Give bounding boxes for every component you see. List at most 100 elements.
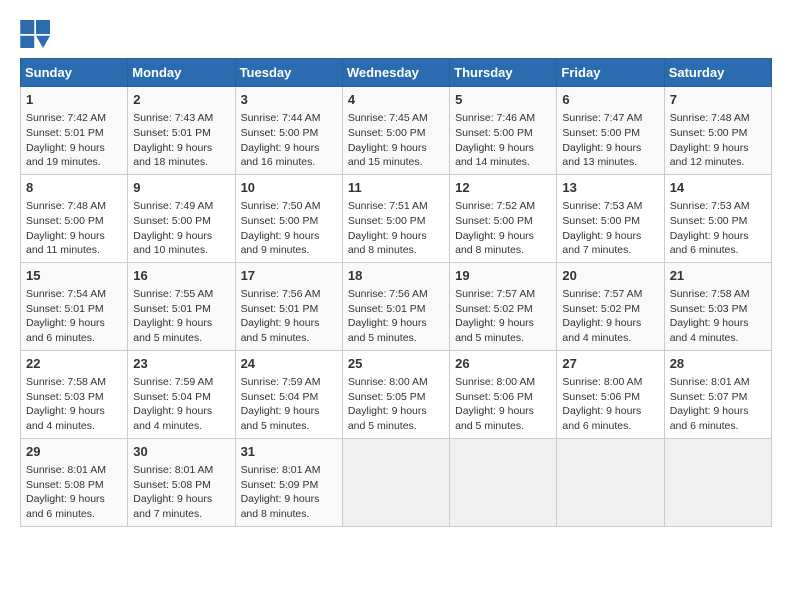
day-of-week-header: Sunday <box>21 59 128 87</box>
sunset-label: Sunset: 5:05 PM <box>348 391 426 403</box>
calendar-day-cell: 8 Sunrise: 7:48 AM Sunset: 5:00 PM Dayli… <box>21 174 128 262</box>
sunset-label: Sunset: 5:00 PM <box>455 127 533 139</box>
sunset-label: Sunset: 5:02 PM <box>455 303 533 315</box>
daylight-label: Daylight: 9 hours and 13 minutes. <box>562 142 641 169</box>
day-number: 23 <box>133 355 229 373</box>
calendar-day-cell: 19 Sunrise: 7:57 AM Sunset: 5:02 PM Dayl… <box>450 262 557 350</box>
sunset-label: Sunset: 5:01 PM <box>26 303 104 315</box>
daylight-label: Daylight: 9 hours and 5 minutes. <box>348 317 427 344</box>
sunrise-label: Sunrise: 8:00 AM <box>455 376 535 388</box>
calendar-day-cell: 6 Sunrise: 7:47 AM Sunset: 5:00 PM Dayli… <box>557 87 664 175</box>
calendar-day-cell <box>342 438 449 526</box>
daylight-label: Daylight: 9 hours and 4 minutes. <box>26 405 105 432</box>
calendar-header-row: SundayMondayTuesdayWednesdayThursdayFrid… <box>21 59 772 87</box>
calendar-day-cell: 30 Sunrise: 8:01 AM Sunset: 5:08 PM Dayl… <box>128 438 235 526</box>
sunset-label: Sunset: 5:00 PM <box>241 215 319 227</box>
sunrise-label: Sunrise: 7:57 AM <box>562 288 642 300</box>
calendar-day-cell: 11 Sunrise: 7:51 AM Sunset: 5:00 PM Dayl… <box>342 174 449 262</box>
daylight-label: Daylight: 9 hours and 19 minutes. <box>26 142 105 169</box>
daylight-label: Daylight: 9 hours and 5 minutes. <box>455 405 534 432</box>
day-number: 13 <box>562 179 658 197</box>
sunrise-label: Sunrise: 7:56 AM <box>241 288 321 300</box>
sunrise-label: Sunrise: 7:52 AM <box>455 200 535 212</box>
sunrise-label: Sunrise: 7:47 AM <box>562 112 642 124</box>
daylight-label: Daylight: 9 hours and 8 minutes. <box>241 493 320 520</box>
calendar-day-cell: 28 Sunrise: 8:01 AM Sunset: 5:07 PM Dayl… <box>664 350 771 438</box>
calendar-day-cell: 21 Sunrise: 7:58 AM Sunset: 5:03 PM Dayl… <box>664 262 771 350</box>
day-number: 9 <box>133 179 229 197</box>
day-number: 10 <box>241 179 337 197</box>
day-number: 20 <box>562 267 658 285</box>
day-number: 29 <box>26 443 122 461</box>
sunrise-label: Sunrise: 8:00 AM <box>348 376 428 388</box>
daylight-label: Daylight: 9 hours and 8 minutes. <box>348 230 427 257</box>
day-number: 16 <box>133 267 229 285</box>
day-of-week-header: Friday <box>557 59 664 87</box>
daylight-label: Daylight: 9 hours and 7 minutes. <box>562 230 641 257</box>
daylight-label: Daylight: 9 hours and 12 minutes. <box>670 142 749 169</box>
daylight-label: Daylight: 9 hours and 6 minutes. <box>670 230 749 257</box>
day-number: 26 <box>455 355 551 373</box>
daylight-label: Daylight: 9 hours and 15 minutes. <box>348 142 427 169</box>
day-number: 8 <box>26 179 122 197</box>
calendar-day-cell: 2 Sunrise: 7:43 AM Sunset: 5:01 PM Dayli… <box>128 87 235 175</box>
sunrise-label: Sunrise: 7:58 AM <box>670 288 750 300</box>
sunset-label: Sunset: 5:00 PM <box>455 215 533 227</box>
sunrise-label: Sunrise: 7:57 AM <box>455 288 535 300</box>
sunset-label: Sunset: 5:04 PM <box>133 391 211 403</box>
day-number: 11 <box>348 179 444 197</box>
sunrise-label: Sunrise: 7:56 AM <box>348 288 428 300</box>
sunrise-label: Sunrise: 8:00 AM <box>562 376 642 388</box>
calendar-day-cell: 7 Sunrise: 7:48 AM Sunset: 5:00 PM Dayli… <box>664 87 771 175</box>
sunrise-label: Sunrise: 7:42 AM <box>26 112 106 124</box>
day-of-week-header: Monday <box>128 59 235 87</box>
calendar-day-cell: 10 Sunrise: 7:50 AM Sunset: 5:00 PM Dayl… <box>235 174 342 262</box>
daylight-label: Daylight: 9 hours and 5 minutes. <box>348 405 427 432</box>
sunrise-label: Sunrise: 8:01 AM <box>133 464 213 476</box>
sunset-label: Sunset: 5:06 PM <box>562 391 640 403</box>
day-number: 28 <box>670 355 766 373</box>
day-number: 12 <box>455 179 551 197</box>
calendar-day-cell: 15 Sunrise: 7:54 AM Sunset: 5:01 PM Dayl… <box>21 262 128 350</box>
calendar-day-cell: 25 Sunrise: 8:00 AM Sunset: 5:05 PM Dayl… <box>342 350 449 438</box>
sunset-label: Sunset: 5:00 PM <box>241 127 319 139</box>
day-number: 2 <box>133 91 229 109</box>
day-of-week-header: Wednesday <box>342 59 449 87</box>
sunset-label: Sunset: 5:08 PM <box>26 479 104 491</box>
calendar-day-cell: 23 Sunrise: 7:59 AM Sunset: 5:04 PM Dayl… <box>128 350 235 438</box>
sunset-label: Sunset: 5:00 PM <box>348 215 426 227</box>
sunset-label: Sunset: 5:06 PM <box>455 391 533 403</box>
sunset-label: Sunset: 5:00 PM <box>562 127 640 139</box>
calendar-day-cell: 29 Sunrise: 8:01 AM Sunset: 5:08 PM Dayl… <box>21 438 128 526</box>
day-number: 4 <box>348 91 444 109</box>
sunset-label: Sunset: 5:01 PM <box>133 127 211 139</box>
sunset-label: Sunset: 5:02 PM <box>562 303 640 315</box>
sunset-label: Sunset: 5:01 PM <box>348 303 426 315</box>
daylight-label: Daylight: 9 hours and 14 minutes. <box>455 142 534 169</box>
sunrise-label: Sunrise: 7:43 AM <box>133 112 213 124</box>
day-number: 27 <box>562 355 658 373</box>
daylight-label: Daylight: 9 hours and 11 minutes. <box>26 230 105 257</box>
page-header <box>20 20 772 48</box>
sunrise-label: Sunrise: 7:50 AM <box>241 200 321 212</box>
sunset-label: Sunset: 5:07 PM <box>670 391 748 403</box>
sunset-label: Sunset: 5:04 PM <box>241 391 319 403</box>
calendar-day-cell: 27 Sunrise: 8:00 AM Sunset: 5:06 PM Dayl… <box>557 350 664 438</box>
day-number: 1 <box>26 91 122 109</box>
calendar-day-cell <box>664 438 771 526</box>
calendar-day-cell: 1 Sunrise: 7:42 AM Sunset: 5:01 PM Dayli… <box>21 87 128 175</box>
daylight-label: Daylight: 9 hours and 6 minutes. <box>26 493 105 520</box>
daylight-label: Daylight: 9 hours and 5 minutes. <box>241 405 320 432</box>
calendar-day-cell: 4 Sunrise: 7:45 AM Sunset: 5:00 PM Dayli… <box>342 87 449 175</box>
sunrise-label: Sunrise: 7:53 AM <box>562 200 642 212</box>
sunrise-label: Sunrise: 7:44 AM <box>241 112 321 124</box>
day-number: 25 <box>348 355 444 373</box>
calendar-week-row: 22 Sunrise: 7:58 AM Sunset: 5:03 PM Dayl… <box>21 350 772 438</box>
sunrise-label: Sunrise: 8:01 AM <box>241 464 321 476</box>
calendar-week-row: 1 Sunrise: 7:42 AM Sunset: 5:01 PM Dayli… <box>21 87 772 175</box>
calendar-day-cell: 16 Sunrise: 7:55 AM Sunset: 5:01 PM Dayl… <box>128 262 235 350</box>
calendar-day-cell: 9 Sunrise: 7:49 AM Sunset: 5:00 PM Dayli… <box>128 174 235 262</box>
calendar-week-row: 15 Sunrise: 7:54 AM Sunset: 5:01 PM Dayl… <box>21 262 772 350</box>
sunset-label: Sunset: 5:00 PM <box>133 215 211 227</box>
sunrise-label: Sunrise: 7:59 AM <box>133 376 213 388</box>
